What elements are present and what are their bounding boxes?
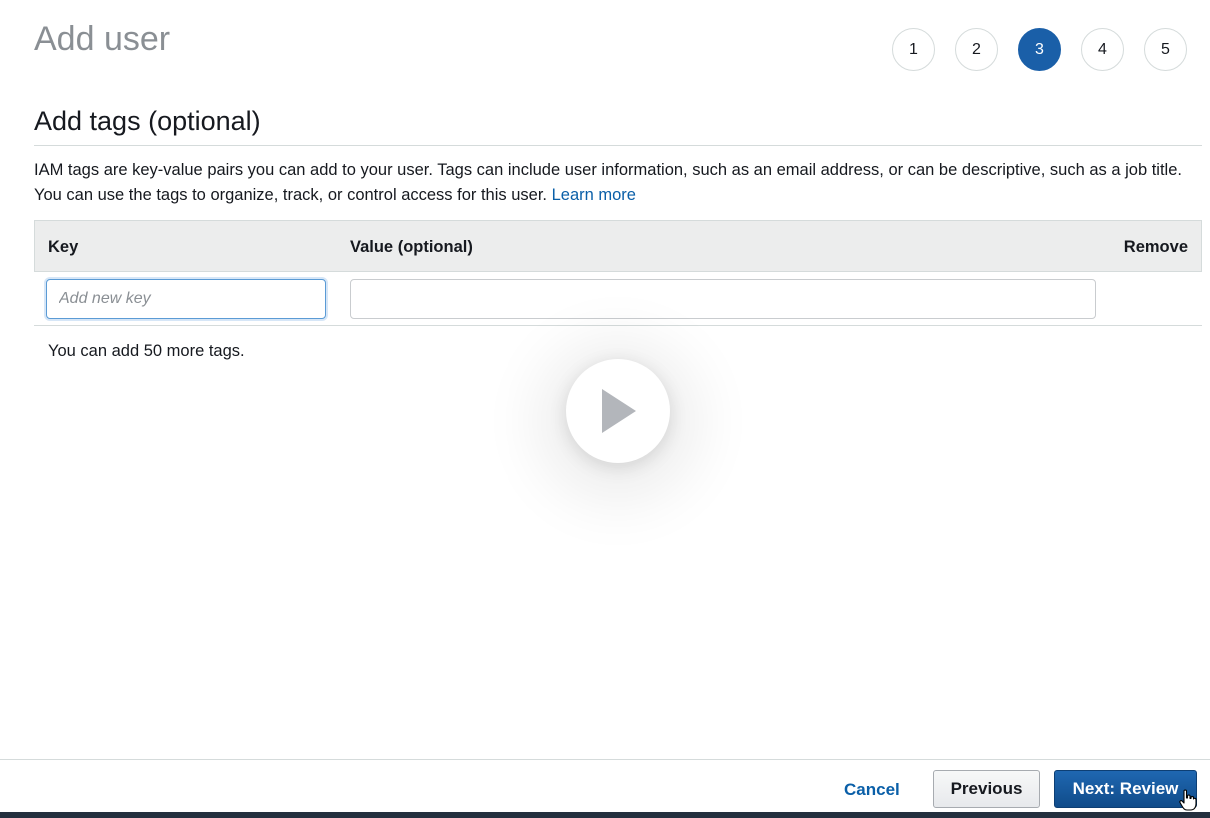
table-row: [34, 272, 1202, 326]
column-header-remove: Remove: [1123, 238, 1188, 256]
video-play-button[interactable]: [566, 359, 670, 463]
hand-cursor-icon: [1179, 789, 1197, 811]
page-title: Add user: [34, 20, 171, 58]
tags-description: IAM tags are key-value pairs you can add…: [34, 158, 1202, 208]
section-divider: [34, 145, 1202, 146]
step-2[interactable]: 2: [955, 28, 998, 71]
tags-remaining-text: You can add 50 more tags.: [48, 342, 245, 360]
tag-key-input[interactable]: [46, 279, 326, 319]
tag-value-input[interactable]: [350, 279, 1096, 319]
wizard-footer: Cancel Previous Next: Review: [0, 759, 1210, 818]
step-1[interactable]: 1: [892, 28, 935, 71]
tags-table-header: Key Value (optional) Remove: [34, 220, 1202, 272]
column-header-value: Value (optional): [350, 238, 473, 256]
next-review-button[interactable]: Next: Review: [1054, 770, 1197, 808]
previous-button[interactable]: Previous: [933, 770, 1040, 808]
add-user-page: Add user 1 2 3 4 5 Add tags (optional) I…: [0, 0, 1210, 818]
play-icon: [602, 389, 636, 433]
bottom-bar: [0, 812, 1210, 818]
step-5[interactable]: 5: [1144, 28, 1187, 71]
section-title: Add tags (optional): [34, 106, 261, 136]
cancel-button[interactable]: Cancel: [838, 772, 906, 808]
tags-table: Key Value (optional) Remove: [34, 220, 1202, 326]
wizard-steps: 1 2 3 4 5: [892, 28, 1187, 71]
step-3[interactable]: 3: [1018, 28, 1061, 71]
learn-more-link[interactable]: Learn more: [552, 186, 636, 204]
column-header-key: Key: [48, 238, 79, 256]
step-4[interactable]: 4: [1081, 28, 1124, 71]
